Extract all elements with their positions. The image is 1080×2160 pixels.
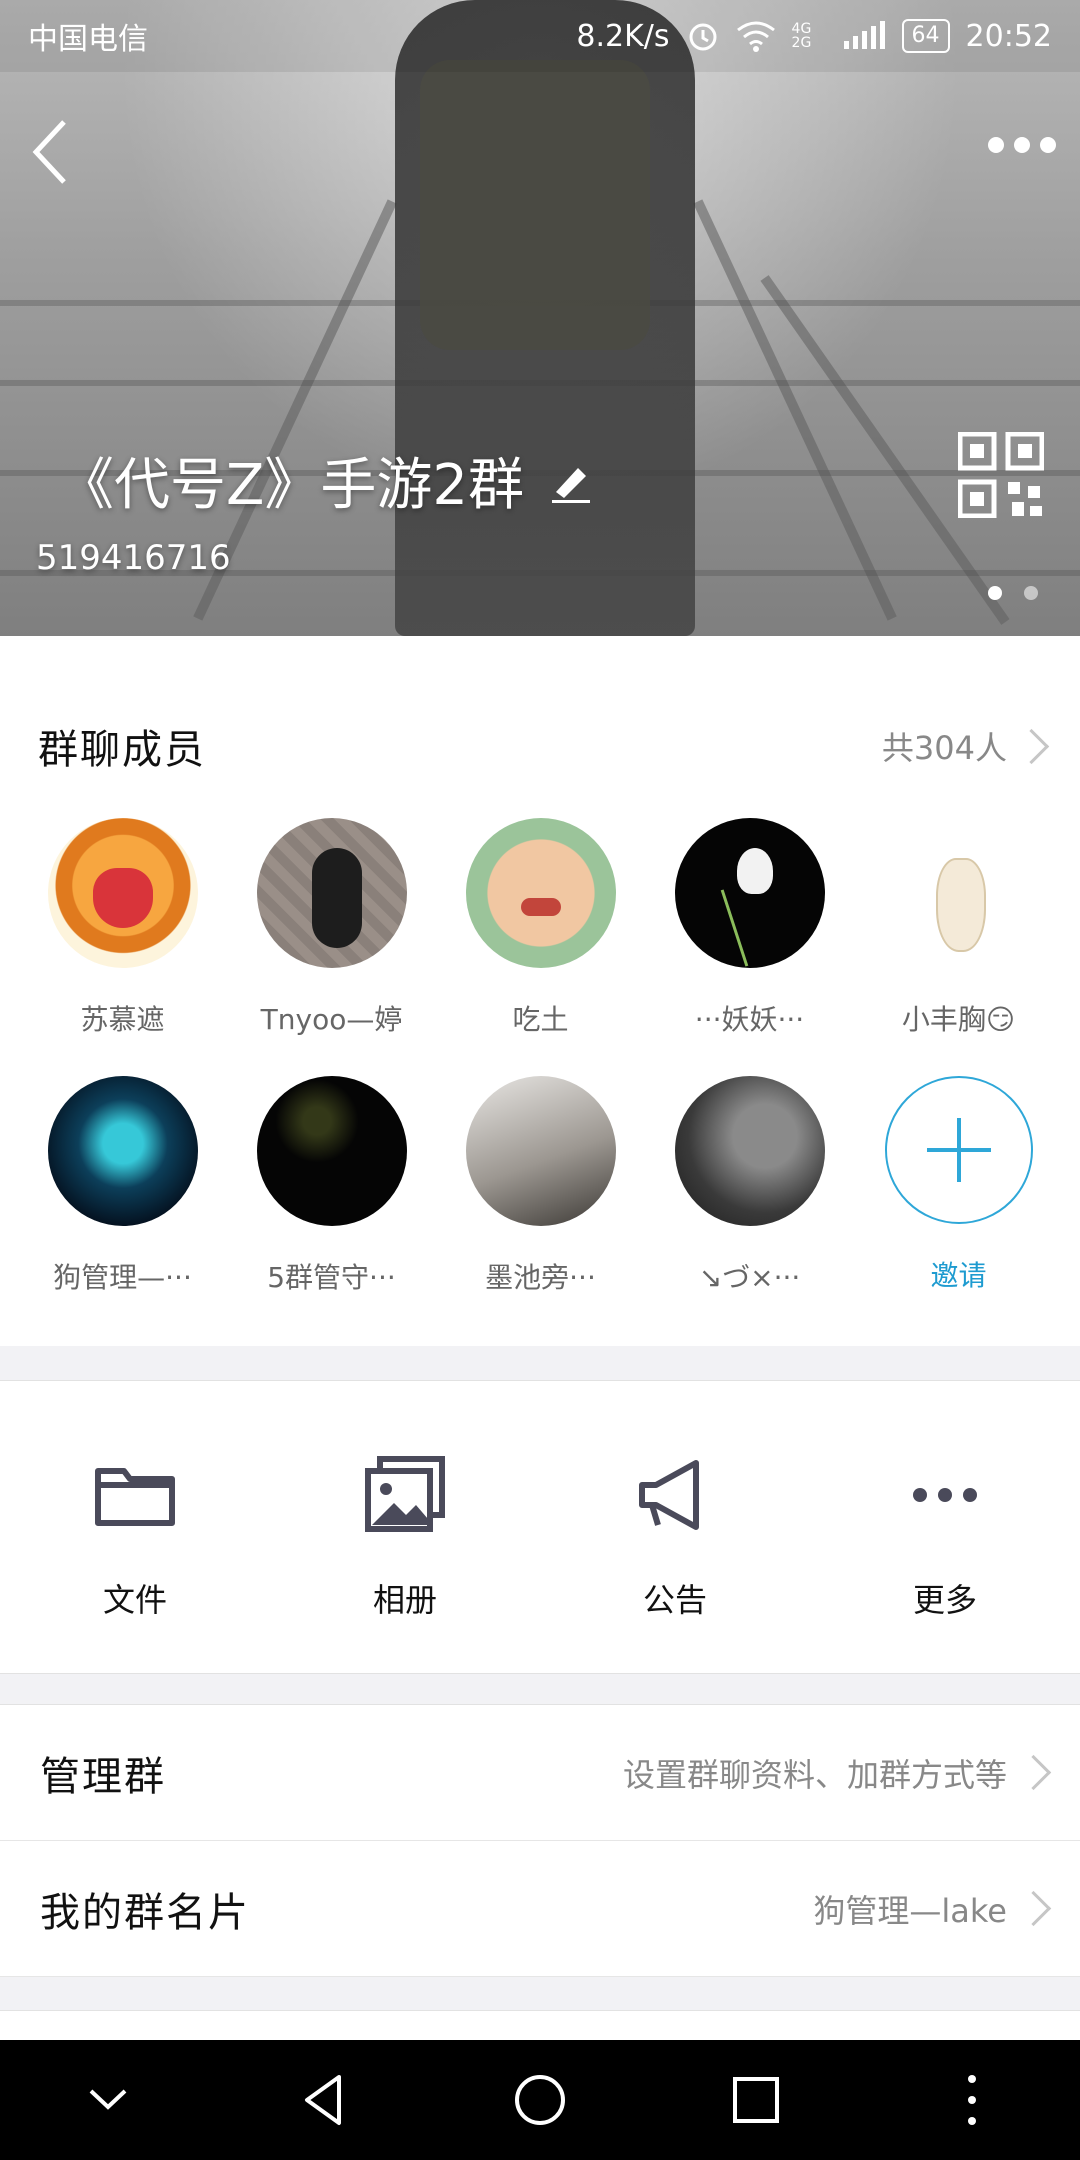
invite-member-button[interactable]: 邀请 [854,1076,1063,1296]
more-dots-icon [913,1488,977,1502]
menu-icon[interactable] [937,2065,1007,2135]
member-name: 5群管守··· [267,1261,396,1294]
folder-icon [95,1468,175,1526]
album-icon [365,1456,445,1532]
chevron-right-icon [1013,728,1050,764]
network-speed: 8.2K/s [576,18,670,54]
network-type: 4G 2G [791,21,812,51]
group-card-label: 我的群名片 [40,1889,250,1936]
member-name: 苏慕遮 [80,1003,165,1036]
group-name-row[interactable]: 《代号Z》手游2群 [58,440,594,521]
cover-backpack [420,60,650,350]
recents-icon[interactable] [721,2065,791,2135]
more-actions-button[interactable]: 更多 [810,1381,1080,1673]
group-card-value: 狗管理—lake [813,1891,1007,1930]
more-options-button[interactable] [976,130,1056,160]
files-button[interactable]: 文件 [0,1381,270,1673]
member-item[interactable]: 狗管理—··· [18,1076,227,1296]
more-actions-label: 更多 [912,1581,977,1619]
settings-list: 管理群 设置群聊资料、加群方式等 我的群名片 狗管理—lake [0,1704,1080,1977]
system-navigation-bar [0,2040,1080,2160]
list-next-row [0,2010,1080,2041]
invite-label: 邀请 [930,1259,987,1292]
megaphone-icon [639,1460,699,1530]
member-name: 吃土 [512,1003,569,1036]
carrier-label: 中国电信 [28,22,148,57]
album-label: 相册 [372,1581,437,1619]
avatar [674,1076,825,1226]
back-nav-icon[interactable] [289,2065,359,2135]
cover-pager [988,586,1038,600]
home-icon[interactable] [505,2065,575,2135]
member-name: Tnyoo—婷 [260,1003,403,1036]
alarm-icon [689,23,717,51]
member-item[interactable]: 墨池旁··· [436,1076,645,1296]
member-item[interactable]: ↘づ×··· [645,1076,854,1296]
chevron-right-icon [1015,1754,1052,1791]
member-item[interactable]: 5群管守··· [227,1076,436,1296]
pager-dot [1024,586,1038,600]
member-item[interactable]: Tnyoo—婷 [227,818,436,1038]
announcement-label: 公告 [642,1581,707,1619]
avatar [47,1076,198,1226]
wifi-icon [736,21,775,52]
manage-group-value: 设置群聊资料、加群方式等 [622,1755,1007,1794]
group-id: 519416716 [36,538,231,578]
members-section: 群聊成员 共304人 苏慕遮 Tnyoo—婷 吃土 ···妖妖··· 小丰胸😏 … [0,636,1080,1346]
member-name: 墨池旁··· [485,1261,596,1294]
signal-icon [843,21,885,49]
avatar [465,1076,616,1226]
manage-group-label: 管理群 [40,1753,166,1800]
member-name: 狗管理—··· [53,1261,192,1294]
member-item[interactable]: 吃土 [436,818,645,1038]
group-name: 《代号Z》手游2群 [58,453,524,518]
clock: 20:52 [965,18,1052,54]
members-header[interactable]: 群聊成员 共304人 [0,706,1080,786]
plus-icon [884,1076,1033,1224]
manage-group-row[interactable]: 管理群 设置群聊资料、加群方式等 [0,1705,1080,1841]
announcement-button[interactable]: 公告 [540,1381,810,1673]
back-button[interactable] [22,110,82,190]
album-button[interactable]: 相册 [270,1381,540,1673]
more-icon [988,137,1004,153]
qr-code-button[interactable] [957,431,1045,519]
member-item[interactable]: 小丰胸😏 [854,818,1063,1038]
member-name: ↘づ×··· [698,1261,801,1294]
collapse-icon[interactable] [73,2065,143,2135]
files-label: 文件 [102,1581,167,1619]
member-grid: 苏慕遮 Tnyoo—婷 吃土 ···妖妖··· 小丰胸😏 狗管理—··· 5群管… [0,818,1080,1296]
quick-actions: 文件 相册 公告 更多 [0,1380,1080,1674]
member-name: ···妖妖··· [694,1003,805,1036]
member-name: 小丰胸😏 [901,1003,1016,1036]
avatar [883,818,1034,968]
edit-icon[interactable] [548,458,594,504]
avatar [47,818,198,968]
member-item[interactable]: ···妖妖··· [645,818,854,1038]
members-title: 群聊成员 [38,727,206,773]
status-bar: 中国电信 8.2K/s 4G 2G 64 20:52 [0,0,1080,72]
battery-level: 64 [901,19,950,53]
group-cover: 中国电信 8.2K/s 4G 2G 64 20:52 《代号Z》手游2群 519… [0,0,1080,636]
qr-code-icon [957,431,1045,519]
avatar [465,818,616,968]
avatar [674,818,825,968]
group-card-row[interactable]: 我的群名片 狗管理—lake [0,1841,1080,1977]
chevron-right-icon [1015,1890,1052,1927]
pager-dot-active [988,586,1002,600]
back-icon [32,120,66,184]
member-item[interactable]: 苏慕遮 [18,818,227,1038]
members-count: 共304人 [881,729,1007,767]
avatar [256,818,407,968]
avatar [256,1076,407,1226]
